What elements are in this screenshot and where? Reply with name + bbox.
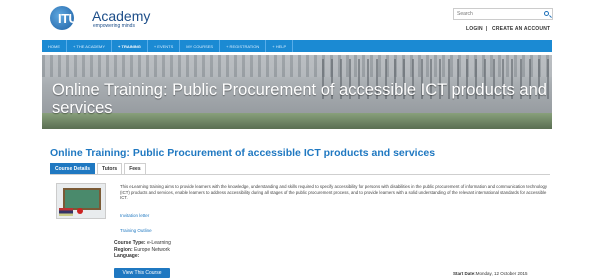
search-icon[interactable]: [544, 11, 549, 16]
nav-events[interactable]: + EVENTS: [148, 40, 181, 52]
course-type-label: Course Type:: [114, 240, 146, 246]
link-separator: |: [485, 26, 488, 32]
main-nav: HOME + THE ACADEMY + TRAINING + EVENTS M…: [42, 40, 552, 52]
invitation-letter-link[interactable]: Invitation letter: [120, 213, 149, 218]
search-placeholder: Search: [457, 11, 473, 17]
start-date-label: Start Date:: [453, 271, 476, 276]
start-date: Start Date:Monday, 12 October 2015: [453, 271, 527, 276]
chalkboard-icon: [63, 188, 101, 210]
logo-title: Academy: [92, 8, 151, 24]
account-links: LOGIN | CREATE AN ACCOUNT: [466, 26, 553, 32]
apple-icon: [77, 208, 83, 214]
tab-fees[interactable]: Fees: [124, 163, 146, 174]
tab-tutors[interactable]: Tutors: [97, 163, 123, 174]
banner-title: Online Training: Public Procurement of a…: [52, 81, 547, 117]
nav-help[interactable]: + HELP: [266, 40, 294, 52]
logo-tagline: empowering minds: [93, 23, 135, 29]
login-link[interactable]: LOGIN: [466, 26, 483, 32]
site-header: ITU Academy empowering minds Search LOGI…: [0, 0, 592, 38]
course-description: This eLearning training aims to provide …: [120, 184, 548, 201]
nav-my-courses[interactable]: MY COURSES: [180, 40, 221, 52]
search-input[interactable]: Search: [453, 8, 553, 20]
hero-banner: Online Training: Public Procurement of a…: [42, 55, 552, 129]
course-thumbnail: [56, 183, 106, 219]
globe-icon: ITU: [50, 6, 90, 32]
itu-academy-logo[interactable]: ITU Academy empowering minds: [50, 6, 150, 32]
course-meta: Course Type: e-Learning Region: Europe N…: [114, 240, 171, 260]
logo-acronym: ITU: [58, 11, 78, 26]
nav-the-academy[interactable]: + THE ACADEMY: [67, 40, 113, 52]
create-account-link[interactable]: CREATE AN ACCOUNT: [492, 26, 550, 32]
nav-home[interactable]: HOME: [42, 40, 67, 52]
region-label: Region:: [114, 246, 133, 253]
page-title: Online Training: Public Procurement of a…: [50, 147, 436, 159]
books-icon: [59, 208, 73, 216]
language-label: Language:: [114, 253, 140, 259]
training-outline-link[interactable]: Training Outline: [120, 228, 152, 233]
start-date-value: Monday, 12 October 2015: [475, 271, 528, 276]
tab-course-details[interactable]: Course Details: [50, 163, 96, 174]
nav-training[interactable]: + TRAINING: [112, 40, 148, 52]
course-tabs: Course Details Tutors Fees: [50, 163, 550, 175]
region-value: Europe Network: [134, 246, 170, 253]
course-type-value: e-Learning: [146, 240, 171, 246]
nav-registration[interactable]: + REGISTRATION: [220, 40, 267, 52]
view-course-button[interactable]: View This Course: [114, 268, 170, 278]
